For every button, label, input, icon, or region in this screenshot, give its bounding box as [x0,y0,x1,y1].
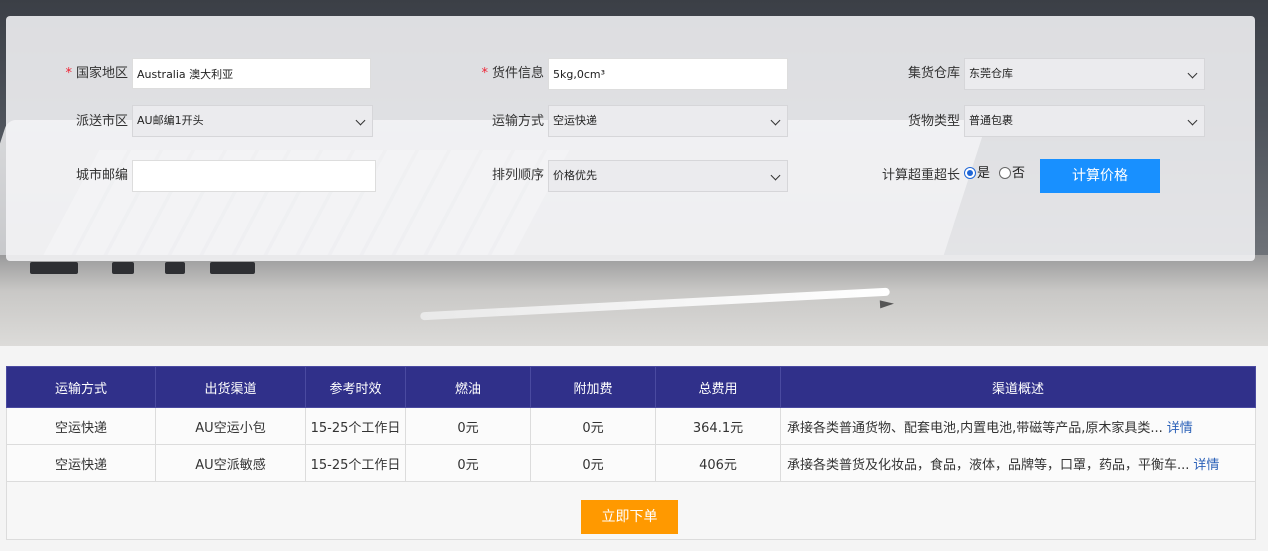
warehouse-value: 东莞仓库 [969,67,1013,80]
oversize-yes-label: 是 [977,166,991,181]
laptop-port [165,262,185,274]
postcode-label: 城市邮编 [75,168,128,183]
method-cell: 空运快递 [6,444,156,482]
oversize-yes-option[interactable]: 是 [964,158,990,190]
radio-unchecked-icon[interactable] [999,167,1011,179]
laptop-port [112,262,134,274]
postcode-input[interactable] [132,160,376,192]
country-input[interactable] [132,58,371,89]
query-form-panel [6,16,1255,261]
desc-text: 承接各类普通货物、配套电池,内置电池,带磁等产品,原木家具类... [787,420,1163,436]
column-header: 渠道概述 [780,366,1256,408]
cargo-info-input[interactable] [548,58,788,90]
sort-order-value: 价格优先 [553,169,597,182]
surcharge-cell: 0元 [530,444,656,482]
cargo-type-label: 货物类型 [907,114,960,129]
calculate-price-button[interactable]: 计算价格 [1040,159,1160,193]
column-header: 附加费 [530,366,656,408]
column-header: 运输方式 [6,366,156,408]
channel-cell: AU空派敏感 [155,444,306,482]
desc-cell: 承接各类普通货物、配套电池,内置电池,带磁等产品,原木家具类... 详情 [780,407,1256,445]
cargo-info-label: * 货件信息 [440,58,544,90]
table-row[interactable]: 空运快递 AU空运小包 15-25个工作日 0元 0元 364.1元 承接各类普… [6,407,1256,445]
warehouse-label: 集货仓库 [907,66,960,81]
place-order-button[interactable]: 立即下单 [581,500,678,534]
sort-order-select[interactable]: 价格优先 [548,160,788,192]
column-header: 燃油 [405,366,531,408]
surcharge-cell: 0元 [530,407,656,445]
channel-cell: AU空运小包 [155,407,306,445]
cargo-info-label-text: 货件信息 [491,66,544,81]
shipping-method-label: 运输方式 [491,114,544,129]
table-row[interactable]: 空运快递 AU空派敏感 15-25个工作日 0元 0元 406元 承接各类普货及… [6,444,1256,482]
shipping-method-select[interactable]: 空运快递 [548,105,788,137]
time-cell: 15-25个工作日 [305,407,406,445]
time-cell: 15-25个工作日 [305,444,406,482]
city-area-select[interactable]: AU邮编1开头 [132,105,373,137]
column-header: 总费用 [655,366,781,408]
column-header: 出货渠道 [155,366,306,408]
warehouse-select[interactable]: 东莞仓库 [964,58,1205,90]
required-mark: * [481,66,488,81]
cargo-type-value: 普通包裹 [969,114,1013,127]
shipping-method-value: 空运快递 [553,114,597,127]
table-header-row: 运输方式 出货渠道 参考时效 燃油 附加费 总费用 渠道概述 [6,366,1256,408]
column-header: 参考时效 [305,366,406,408]
laptop-port [30,262,78,274]
city-area-value: AU邮编1开头 [137,114,204,127]
details-link[interactable]: 详情 [1167,421,1193,436]
chevron-down-icon [355,115,366,126]
method-cell: 空运快递 [6,407,156,445]
sort-order-label: 排列顺序 [491,168,544,183]
total-cell: 406元 [655,444,781,482]
radio-checked-icon[interactable] [964,167,976,179]
oversize-label: 计算超重超长 [881,168,960,183]
details-link[interactable]: 详情 [1193,458,1219,473]
laptop-port [210,262,255,274]
chevron-down-icon [1187,68,1198,79]
pen-tip [879,299,895,309]
country-label-text: 国家地区 [75,66,128,81]
desc-text: 承接各类普货及化妆品，食品，液体，品牌等，口罩，药品，平衡车... [787,457,1190,473]
desc-cell: 承接各类普货及化妆品，食品，液体，品牌等，口罩，药品，平衡车... 详情 [780,444,1256,482]
results-table: 运输方式 出货渠道 参考时效 燃油 附加费 总费用 渠道概述 空运快递 AU空运… [6,366,1256,482]
city-area-label: 派送市区 [75,114,128,129]
oversize-no-option[interactable]: 否 [999,158,1025,190]
required-mark: * [65,66,72,81]
country-label: * 国家地区 [20,58,128,90]
cargo-type-select[interactable]: 普通包裹 [964,105,1205,137]
total-cell: 364.1元 [655,407,781,445]
fuel-cell: 0元 [405,407,531,445]
chevron-down-icon [770,115,781,126]
fuel-cell: 0元 [405,444,531,482]
chevron-down-icon [1187,115,1198,126]
chevron-down-icon [770,170,781,181]
oversize-no-label: 否 [1012,166,1026,181]
